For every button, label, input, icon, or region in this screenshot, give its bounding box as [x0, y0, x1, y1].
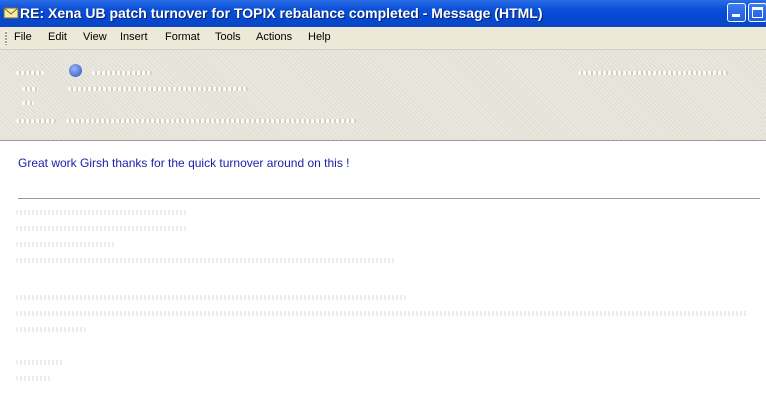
message-greeting: Great work Girsh thanks for the quick tu…	[18, 156, 350, 170]
subject-value-redacted	[66, 119, 356, 123]
menu-edit[interactable]: Edit	[48, 31, 67, 43]
redacted-line	[16, 258, 396, 263]
maximize-icon	[752, 7, 763, 18]
minimize-button[interactable]	[727, 3, 746, 22]
from-value-redacted[interactable]	[92, 71, 152, 75]
redacted-line	[16, 376, 50, 381]
menu-tools[interactable]: Tools	[215, 31, 241, 43]
from-label-redacted	[16, 71, 44, 75]
menu-actions[interactable]: Actions	[256, 31, 292, 43]
menu-view[interactable]: View	[83, 31, 107, 43]
redacted-line	[16, 311, 748, 316]
to-value-redacted[interactable]	[68, 87, 248, 91]
menu-file[interactable]: File	[14, 31, 32, 43]
minimize-icon	[732, 14, 740, 17]
title-bar[interactable]: RE: Xena UB patch turnover for TOPIX reb…	[0, 0, 766, 27]
cc-label-redacted	[22, 101, 34, 105]
sender-icon[interactable]	[69, 64, 82, 77]
menu-bar: File Edit View Insert Format Tools Actio…	[0, 27, 766, 50]
maximize-button[interactable]	[748, 3, 766, 22]
message-header	[0, 50, 766, 140]
menu-insert[interactable]: Insert	[120, 31, 148, 43]
redacted-line	[16, 360, 64, 365]
window-title: RE: Xena UB patch turnover for TOPIX reb…	[20, 5, 543, 21]
redacted-line	[16, 242, 116, 247]
menu-format[interactable]: Format	[165, 31, 200, 43]
menubar-grip[interactable]	[5, 31, 7, 45]
subject-label-redacted	[16, 119, 56, 123]
redacted-line	[16, 295, 406, 300]
quoted-divider	[18, 198, 760, 199]
sent-value-redacted	[578, 71, 728, 75]
envelope-icon	[3, 7, 19, 19]
redacted-line	[16, 327, 86, 332]
message-body[interactable]	[0, 141, 766, 410]
to-label-redacted	[22, 87, 38, 91]
redacted-line	[16, 210, 188, 215]
menu-help[interactable]: Help	[308, 31, 331, 43]
redacted-line	[16, 226, 186, 231]
